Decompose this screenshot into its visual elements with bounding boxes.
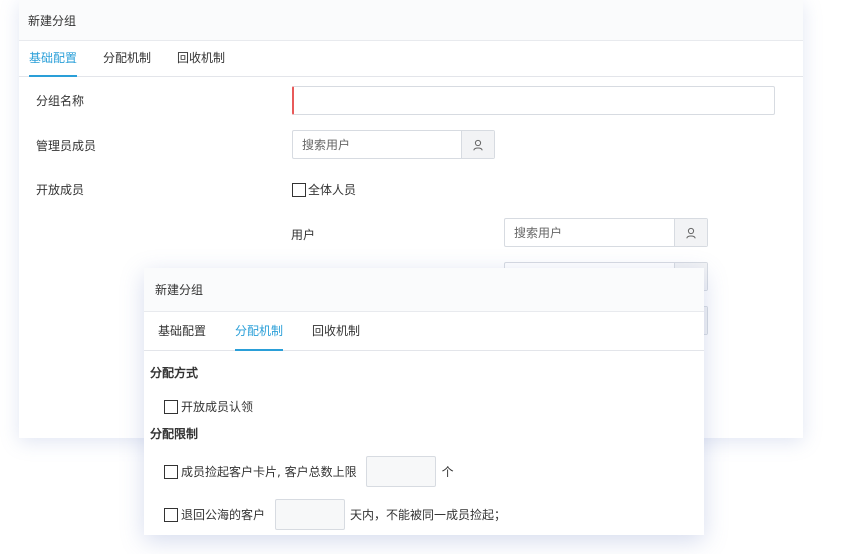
allocation-limit-heading: 分配限制 — [150, 427, 199, 441]
back-tab-basic[interactable]: 基础配置 — [29, 41, 78, 77]
all-members-text: 全体人员 — [308, 183, 357, 197]
all-members-checkbox[interactable] — [292, 182, 306, 197]
user-search: 搜索用户 — [504, 218, 708, 247]
user-icon — [686, 227, 696, 239]
admin-search: 搜索用户 — [292, 130, 495, 159]
admin-search-button[interactable] — [461, 131, 494, 158]
back-tabs: 基础配置 分配机制 回收机制 — [19, 41, 803, 77]
front-tab-allocation[interactable]: 分配机制 — [235, 312, 284, 351]
back-tab-recycle[interactable]: 回收机制 — [177, 41, 225, 76]
open-members-claim-checkbox[interactable] — [164, 399, 178, 414]
user-search-button[interactable] — [674, 219, 707, 246]
group-name-label: 分组名称 — [36, 94, 85, 108]
limit-row-1: 成员捡起客户卡片, 客户总数上限 个 — [164, 456, 454, 487]
limit-row-1-unit: 个 — [441, 465, 454, 479]
admin-search-input[interactable]: 搜索用户 — [293, 131, 461, 158]
back-tab-allocation[interactable]: 分配机制 — [103, 41, 151, 76]
limit-row-2-text: 退回公海的客户 — [181, 508, 266, 522]
back-panel-title: 新建分组 — [28, 13, 77, 28]
front-panel: 新建分组 基础配置 分配机制 回收机制 分配方式 开放成员认领 分配限制 成员捡… — [144, 268, 704, 535]
customer-limit-input[interactable] — [365, 456, 436, 487]
front-tab-basic[interactable]: 基础配置 — [158, 312, 206, 350]
user-icon — [473, 139, 483, 151]
return-days-input[interactable] — [275, 499, 346, 530]
front-tab-recycle[interactable]: 回收机制 — [312, 312, 360, 350]
back-panel-header: 新建分组 — [19, 0, 803, 41]
front-panel-header: 新建分组 — [144, 268, 704, 312]
return-days-checkbox[interactable] — [164, 507, 178, 522]
open-members-claim-text: 开放成员认领 — [181, 400, 254, 414]
customer-limit-checkbox[interactable] — [164, 464, 178, 479]
limit-row-1-text: 成员捡起客户卡片, 客户总数上限 — [181, 465, 357, 479]
front-panel-title: 新建分组 — [155, 283, 204, 297]
open-members-claim-option[interactable]: 开放成员认领 — [164, 398, 253, 415]
front-tabs: 基础配置 分配机制 回收机制 — [144, 312, 704, 351]
limit-row-2-suffix: 天内，不能被同一成员捡起； — [350, 508, 507, 522]
user-search-input[interactable]: 搜索用户 — [505, 219, 674, 246]
limit-row-2: 退回公海的客户 天内，不能被同一成员捡起； — [164, 499, 506, 530]
user-label: 用户 — [291, 228, 316, 242]
allocation-method-heading: 分配方式 — [150, 366, 199, 380]
all-members-option[interactable]: 全体人员 — [292, 181, 356, 198]
open-members-label: 开放成员 — [36, 183, 85, 197]
admin-members-label: 管理员成员 — [36, 139, 97, 153]
group-name-input[interactable] — [292, 86, 775, 115]
